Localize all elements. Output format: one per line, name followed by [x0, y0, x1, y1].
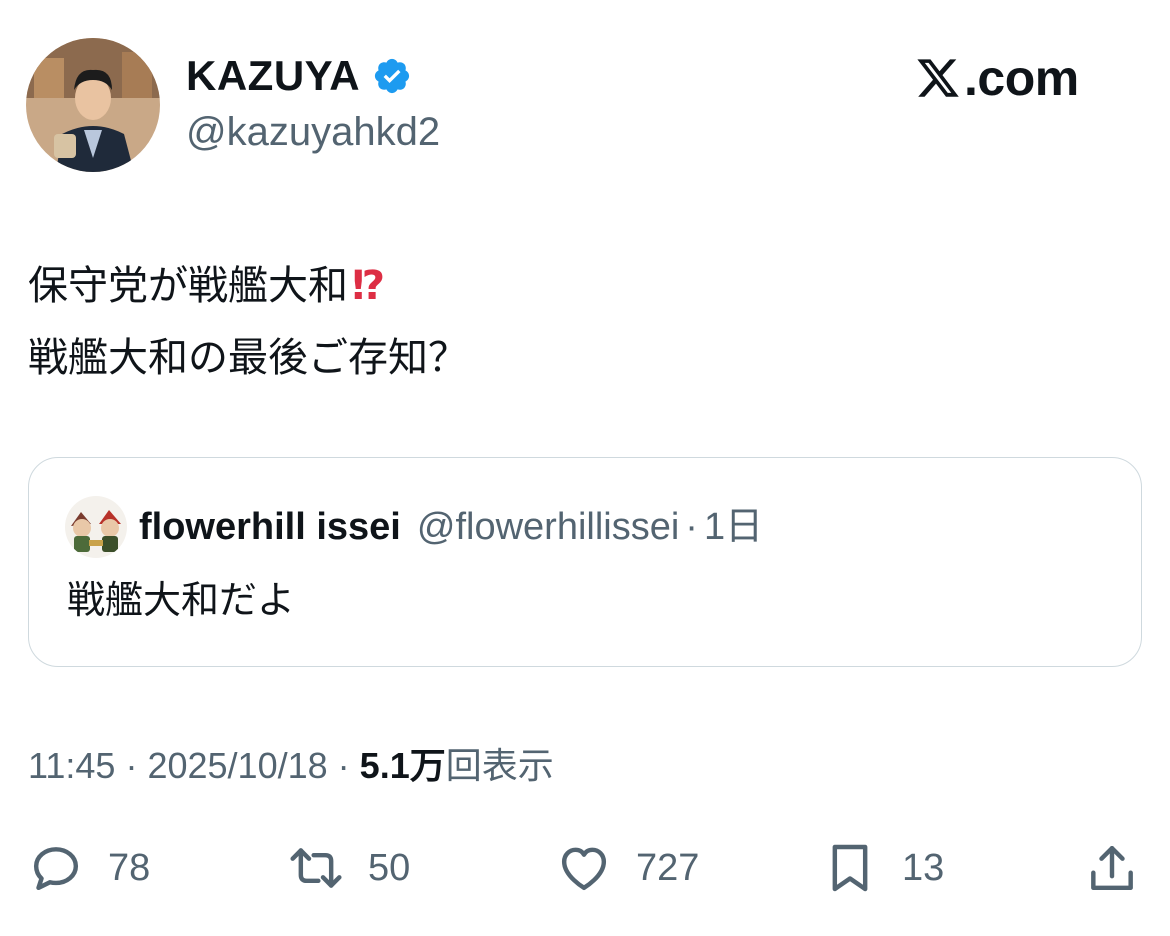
- reply-icon: [33, 847, 79, 891]
- tweet-line-2: 戦艦大和の最後ご存知？: [28, 336, 468, 380]
- author-handle[interactable]: @kazuyahkd2: [186, 108, 440, 156]
- brand-domain-label: .com: [964, 50, 1079, 106]
- quoted-tweet-time[interactable]: 1日: [704, 502, 763, 552]
- tweet-meta: 11:45 · 2025/10/18 · 5.1万回表示: [28, 742, 554, 790]
- tweet-line-1-text: 保守党が戦艦大和: [28, 264, 348, 308]
- person-portrait-avatar-icon: [26, 38, 160, 172]
- quoted-author-avatar[interactable]: [65, 496, 127, 558]
- heart-icon: [561, 847, 607, 891]
- author-name[interactable]: KAZUYA: [186, 52, 412, 100]
- x-logo-icon: [917, 59, 959, 97]
- verified-badge-icon: [375, 58, 410, 94]
- author-name-text: KAZUYA: [186, 52, 361, 99]
- bookmark-icon: [832, 844, 868, 892]
- exclamation-question-emoji-icon: ⁉: [352, 264, 386, 308]
- quoted-tweet-text: 戦艦大和だよ: [67, 580, 296, 622]
- views-count: 5.1万: [359, 745, 446, 786]
- separator-dot: ·: [685, 506, 698, 548]
- repost-button[interactable]: 50: [288, 836, 410, 900]
- tweet-time[interactable]: 11:45: [28, 745, 115, 786]
- quoted-tweet-header: flowerhill issei @flowerhillissei · 1日: [139, 502, 763, 552]
- repost-icon: [290, 848, 342, 888]
- views-label: 回表示: [445, 745, 554, 786]
- like-button[interactable]: 727: [556, 836, 699, 900]
- repost-count: 50: [368, 847, 411, 889]
- bookmark-button[interactable]: 13: [822, 836, 944, 900]
- reply-count: 78: [108, 847, 151, 889]
- bookmark-count: 13: [902, 847, 945, 889]
- like-count: 727: [636, 847, 700, 889]
- separator-dot: ·: [337, 745, 350, 786]
- share-button[interactable]: [1084, 836, 1140, 900]
- tweet-date[interactable]: 2025/10/18: [147, 745, 327, 786]
- quoted-tweet-card[interactable]: flowerhill issei @flowerhillissei · 1日 戦…: [28, 457, 1142, 667]
- share-icon: [1091, 845, 1133, 891]
- separator-dot: ·: [125, 745, 138, 786]
- quoted-author-name[interactable]: flowerhill issei: [139, 502, 401, 552]
- x-logo: .com: [914, 52, 1079, 104]
- tweet-text: 保守党が戦艦大和 ⁉ 戦艦大和の最後ご存知？: [28, 250, 468, 394]
- action-bar: 78 50 727 13: [0, 836, 1170, 900]
- author-avatar[interactable]: [26, 38, 160, 172]
- reply-button[interactable]: 78: [28, 836, 150, 900]
- quoted-author-handle[interactable]: @flowerhillissei: [417, 502, 679, 552]
- tweet-line-1: 保守党が戦艦大和 ⁉: [28, 250, 468, 322]
- character-pair-avatar-icon: [65, 496, 127, 558]
